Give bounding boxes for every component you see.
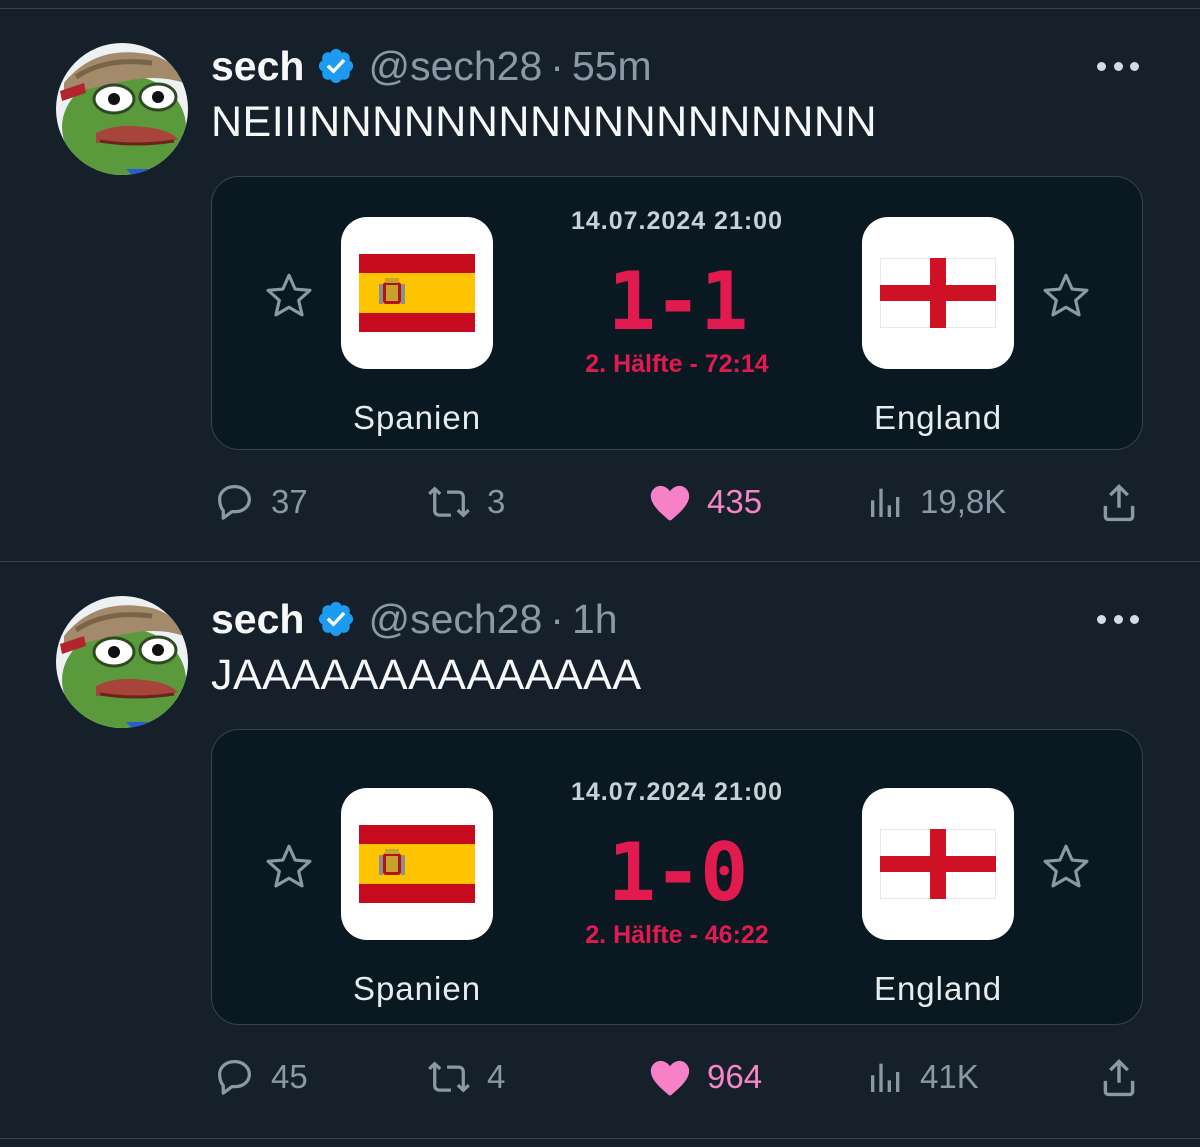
tweet[interactable]: sech @sech28 · 1h JAAAAAAAAAAAAAA Spanie… — [0, 563, 1200, 1113]
timeline: sech @sech28 · 55m NEIIINNNNNNNNNNNNNNNN… — [0, 0, 1200, 1147]
match-status: 2. Hälfte - 72:14 — [585, 350, 769, 378]
spain-flag — [341, 217, 493, 369]
home-team: Spanien — [352, 399, 482, 436]
retweet-count: 3 — [487, 483, 506, 520]
like-heart-icon — [650, 1060, 690, 1096]
views-button[interactable]: 19,8K — [866, 477, 1006, 527]
retweet-button[interactable]: 3 — [425, 477, 505, 527]
reply-count: 45 — [271, 1058, 308, 1095]
like-count: 964 — [707, 1058, 763, 1095]
england-flag — [862, 217, 1014, 369]
like-heart-icon — [650, 485, 690, 521]
retweet-icon — [428, 486, 470, 518]
share-button[interactable] — [1096, 1052, 1156, 1102]
like-count: 435 — [707, 483, 763, 520]
retweet-button[interactable]: 4 — [425, 1052, 505, 1102]
like-button[interactable]: 435 — [647, 477, 762, 527]
like-button[interactable]: 964 — [647, 1052, 762, 1102]
match-card[interactable]: Spanien 14.07.2024 21:00 1-0 2. Hälfte -… — [211, 729, 1143, 1025]
retweet-count: 4 — [487, 1058, 506, 1095]
favorite-star-icon[interactable] — [1039, 269, 1093, 323]
tweet-header: sech @sech28 · 55m — [211, 38, 652, 94]
reply-icon — [217, 485, 251, 520]
tweet-actions: 37 3 435 19,8K — [211, 477, 1143, 527]
away-team: England — [873, 399, 1003, 436]
favorite-star-icon[interactable] — [262, 269, 316, 323]
england-flag — [862, 788, 1014, 940]
author-handle[interactable]: @sech28 — [368, 43, 542, 90]
reply-icon — [217, 1060, 251, 1095]
match-card[interactable]: Spanien 14.07.2024 21:00 1-1 2. Hälfte -… — [211, 176, 1143, 450]
match-score: 1-0 — [607, 826, 749, 919]
retweet-icon — [428, 1061, 470, 1093]
share-icon — [1103, 483, 1135, 522]
match-status: 2. Hälfte - 46:22 — [585, 921, 769, 949]
avatar[interactable] — [56, 43, 188, 175]
match-datetime: 14.07.2024 21:00 — [570, 207, 783, 235]
home-team: Spanien — [352, 970, 482, 1007]
separator-dot: · — [550, 42, 564, 89]
reply-button[interactable]: 45 — [211, 1052, 308, 1102]
bottom-divider — [0, 1138, 1200, 1139]
away-team: England — [873, 970, 1003, 1007]
timestamp[interactable]: 55m — [572, 43, 652, 90]
avatar[interactable] — [56, 596, 188, 728]
reply-count: 37 — [271, 483, 308, 520]
match-datetime: 14.07.2024 21:00 — [570, 778, 783, 806]
share-button[interactable] — [1096, 477, 1156, 527]
more-icon[interactable] — [1097, 52, 1139, 80]
author-name[interactable]: sech — [211, 43, 304, 90]
timestamp[interactable]: 1h — [572, 596, 618, 643]
tweet-header: sech @sech28 · 1h — [211, 591, 618, 647]
view-count: 19,8K — [920, 483, 1007, 520]
tweet-text: JAAAAAAAAAAAAAA — [211, 651, 642, 699]
more-icon[interactable] — [1097, 605, 1139, 633]
tweet-divider — [0, 561, 1200, 562]
verified-icon — [319, 48, 354, 84]
views-button[interactable]: 41K — [866, 1052, 979, 1102]
spain-flag — [341, 788, 493, 940]
author-name[interactable]: sech — [211, 596, 304, 643]
tweet-actions: 45 4 964 41K — [211, 1052, 1143, 1102]
view-count: 41K — [920, 1058, 979, 1095]
top-divider — [0, 8, 1200, 9]
tweet[interactable]: sech @sech28 · 55m NEIIINNNNNNNNNNNNNNNN… — [0, 10, 1200, 560]
views-icon — [871, 1063, 900, 1092]
verified-icon — [319, 601, 354, 637]
favorite-star-icon[interactable] — [262, 840, 316, 894]
match-score: 1-1 — [607, 255, 749, 348]
reply-button[interactable]: 37 — [211, 477, 308, 527]
share-icon — [1103, 1058, 1135, 1097]
tweet-text: NEIIINNNNNNNNNNNNNNNNNN — [211, 98, 878, 146]
favorite-star-icon[interactable] — [1039, 840, 1093, 894]
views-icon — [871, 488, 900, 517]
separator-dot: · — [550, 595, 564, 642]
author-handle[interactable]: @sech28 — [368, 596, 542, 643]
